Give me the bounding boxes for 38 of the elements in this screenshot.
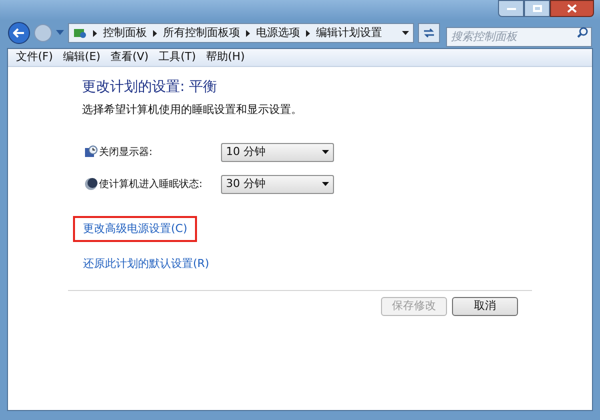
minimize-button[interactable] bbox=[498, 0, 524, 17]
monitor-clock-icon bbox=[84, 145, 98, 159]
maximize-button[interactable] bbox=[524, 0, 550, 17]
breadcrumb-item[interactable]: 控制面板 bbox=[103, 24, 147, 42]
breadcrumb-item[interactable]: 所有控制面板项 bbox=[163, 24, 240, 42]
refresh-arrows-icon bbox=[423, 28, 435, 38]
breadcrumb-item[interactable]: 编辑计划设置 bbox=[316, 24, 382, 42]
search-icon[interactable] bbox=[577, 27, 588, 38]
search-field[interactable]: 搜索控制面板 bbox=[446, 26, 592, 46]
moon-icon bbox=[84, 177, 98, 191]
dropdown-field[interactable]: 30 分钟 bbox=[221, 174, 334, 194]
dropdown-arrow-icon bbox=[322, 150, 329, 154]
dropdown-icon[interactable] bbox=[402, 30, 409, 36]
chevron-right-icon[interactable] bbox=[246, 30, 250, 36]
page-heading: 更改计划的设置: 平衡 bbox=[82, 78, 218, 97]
chevron-right-icon[interactable] bbox=[93, 30, 97, 36]
close-button[interactable] bbox=[550, 0, 594, 17]
menu-item[interactable]: 查看(V) bbox=[106, 49, 153, 66]
page-description: 选择希望计算机使用的睡眠设置和显示设置。 bbox=[82, 102, 303, 118]
link[interactable]: 还原此计划的默认设置(R) bbox=[73, 251, 220, 278]
control-panel-icon bbox=[73, 27, 87, 39]
dropdown-field[interactable]: 10 分钟 bbox=[221, 142, 334, 162]
setting-label: 关闭显示器: bbox=[99, 146, 154, 160]
link[interactable]: 更改高级电源设置(C) bbox=[73, 216, 198, 242]
dropdown-arrow-icon bbox=[322, 182, 329, 186]
back-button[interactable] bbox=[8, 22, 30, 44]
refresh-button[interactable] bbox=[418, 23, 440, 43]
back-arrow-icon bbox=[13, 28, 25, 38]
dialog-button[interactable]: 取消 bbox=[452, 296, 518, 316]
menu-item[interactable]: 文件(F) bbox=[12, 49, 57, 66]
setting-label: 使计算机进入睡眠状态: bbox=[99, 178, 204, 192]
menu-item[interactable]: 编辑(E) bbox=[58, 49, 104, 66]
close-icon bbox=[567, 4, 577, 13]
breadcrumb-item[interactable]: 电源选项 bbox=[256, 24, 300, 42]
menu-item[interactable]: 工具(T) bbox=[154, 49, 200, 66]
chevron-right-icon[interactable] bbox=[306, 30, 310, 36]
menu-item[interactable]: 帮助(H) bbox=[202, 49, 249, 66]
chevron-right-icon[interactable] bbox=[153, 30, 157, 36]
